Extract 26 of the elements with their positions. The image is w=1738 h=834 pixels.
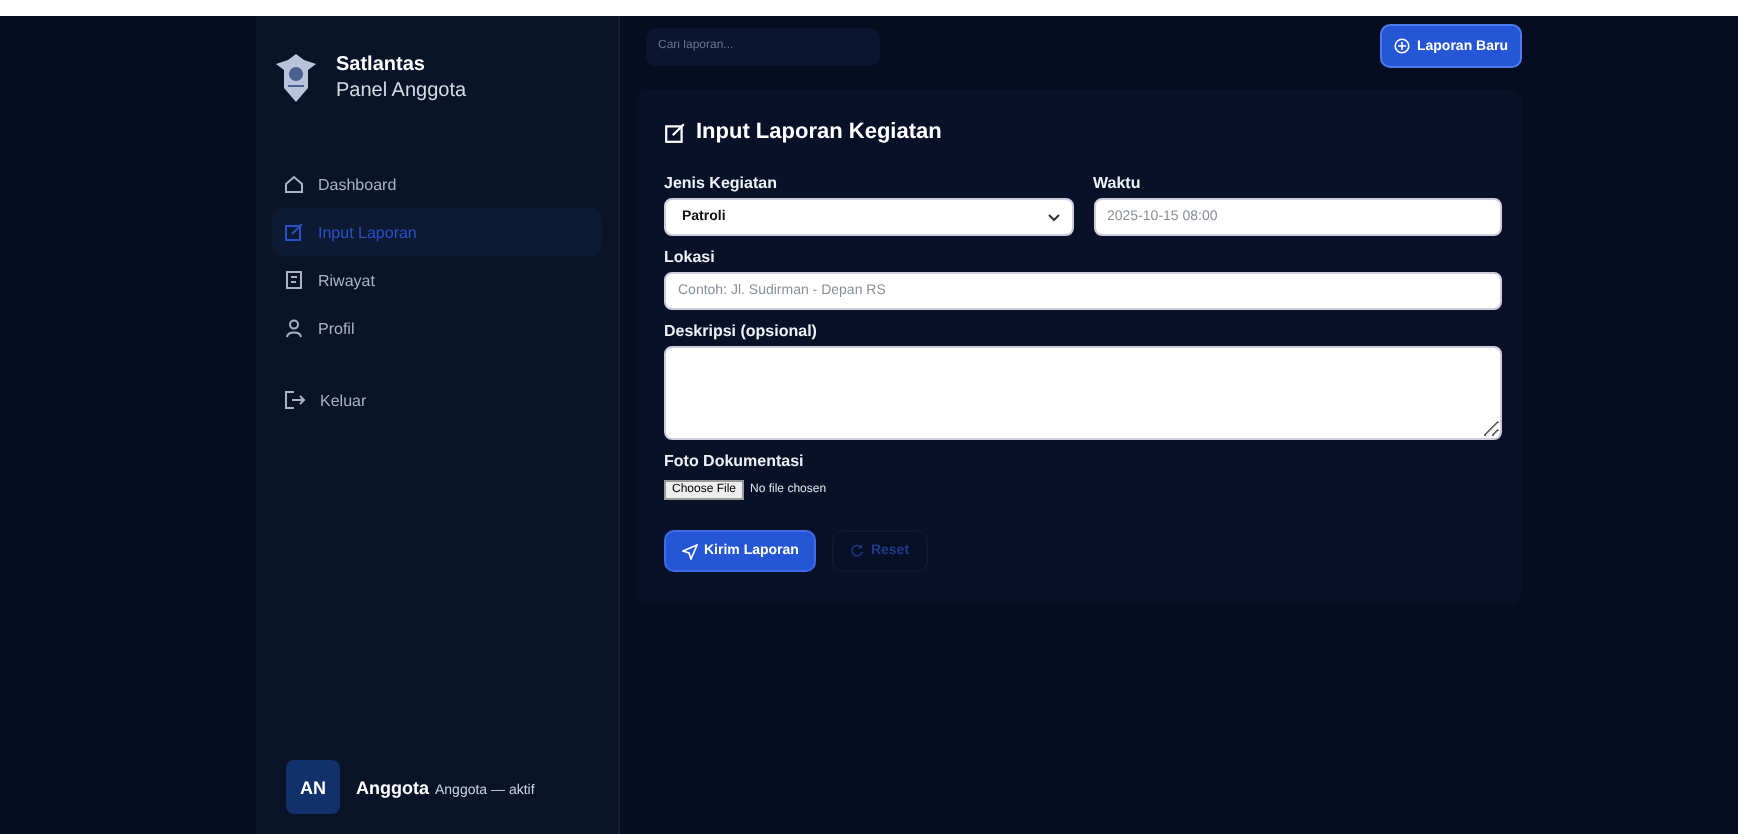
field-label: Waktu bbox=[1093, 174, 1143, 192]
panel-subtitle: Panel Anggota bbox=[336, 80, 467, 102]
sidebar-item[interactable]: Riwayat bbox=[272, 256, 602, 304]
sidebar-item[interactable]: Dashboard bbox=[272, 160, 602, 208]
shield-emblem-icon bbox=[272, 52, 320, 104]
sidebar-item[interactable]: Profil bbox=[272, 304, 602, 352]
sidebar-item[interactable]: Keluar bbox=[272, 376, 602, 424]
edit-icon bbox=[664, 121, 686, 143]
user-name: Anggota bbox=[356, 777, 429, 797]
field-label: Deskripsi (opsional) bbox=[664, 322, 819, 340]
user-icon bbox=[284, 318, 304, 338]
textarea-field[interactable] bbox=[664, 346, 1502, 440]
field-label: Foto Dokumentasi bbox=[664, 452, 806, 470]
plus-circle-icon bbox=[1394, 38, 1411, 54]
field-label: Jenis Kegiatan bbox=[664, 174, 779, 192]
field-label: Lokasi bbox=[664, 248, 717, 266]
brand-name: Satlantas bbox=[336, 54, 427, 76]
home-icon bbox=[284, 174, 304, 194]
chevron-down-icon bbox=[1047, 213, 1059, 221]
send-icon bbox=[682, 543, 698, 559]
refresh-icon bbox=[850, 544, 865, 558]
document-icon bbox=[284, 270, 304, 290]
user-avatar: AN bbox=[286, 760, 340, 814]
logout-icon bbox=[284, 390, 306, 410]
edit-icon bbox=[284, 222, 304, 242]
form-title: Input Laporan Kegiatan bbox=[696, 120, 942, 144]
